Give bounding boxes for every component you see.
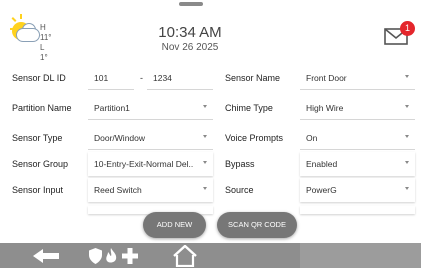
weather-widget[interactable]: H 11° L 1° — [10, 14, 52, 62]
chevron-down-icon — [203, 105, 207, 108]
temp-high: H 11° — [40, 23, 52, 42]
chevron-down-icon — [405, 105, 409, 108]
pull-down-handle[interactable] — [179, 2, 203, 6]
form-row-2: Partition Name Partition1 Chime Type Hig… — [0, 96, 421, 120]
medical-cross-icon[interactable] — [122, 248, 138, 264]
sensor-name-label: Sensor Name — [225, 73, 281, 83]
form-row-1: Sensor DL ID 101 - 1234 Sensor Name Fron… — [0, 66, 421, 90]
current-time: 10:34 AM — [158, 24, 222, 41]
form-row-3: Sensor Type Door/Window Voice Prompts On — [0, 126, 421, 150]
back-arrow-icon[interactable] — [33, 249, 59, 263]
source-label: Source — [225, 185, 254, 195]
chevron-down-icon — [203, 187, 207, 190]
add-new-button[interactable]: ADD NEW — [143, 212, 206, 238]
scan-qr-code-button[interactable]: SCAN QR CODE — [217, 212, 297, 238]
home-icon[interactable] — [172, 245, 198, 267]
dl-id-separator: - — [140, 73, 143, 83]
header: H 11° L 1° 10:34 AM Nov 26 2025 1 — [0, 0, 421, 62]
chevron-down-icon — [405, 187, 409, 190]
form-row-4: Sensor Group 10-Entry-Exit-Normal Del.. … — [0, 152, 421, 176]
sensor-input-dropdown[interactable]: Reed Switch — [88, 178, 213, 202]
partition-name-label: Partition Name — [12, 103, 72, 113]
source-dropdown[interactable]: PowerG — [300, 178, 415, 202]
sensor-dl-id-field-2[interactable]: 1234 — [147, 66, 213, 90]
voice-prompts-label: Voice Prompts — [225, 133, 284, 143]
current-date: Nov 26 2025 — [161, 42, 219, 53]
bottom-navigation-bar — [0, 243, 421, 268]
sensor-group-label: Sensor Group — [12, 159, 69, 169]
shield-icon[interactable] — [89, 248, 102, 264]
bypass-label: Bypass — [225, 159, 255, 169]
chevron-down-icon — [405, 135, 409, 138]
chime-type-label: Chime Type — [225, 103, 273, 113]
bypass-dropdown[interactable]: Enabled — [300, 152, 415, 176]
chevron-down-icon — [405, 161, 409, 164]
chime-type-dropdown[interactable]: High Wire — [300, 96, 415, 120]
chevron-down-icon — [203, 161, 207, 164]
voice-prompts-dropdown[interactable]: On — [300, 126, 415, 150]
sensor-dl-id-field-1[interactable]: 101 — [88, 66, 134, 90]
clock: 10:34 AM Nov 26 2025 — [140, 24, 240, 53]
form-row-5: Sensor Input Reed Switch Source PowerG — [0, 178, 421, 202]
sensor-input-label: Sensor Input — [12, 185, 64, 195]
sensor-dl-id-label: Sensor DL ID — [12, 73, 66, 83]
chevron-down-icon — [203, 135, 207, 138]
fire-icon[interactable] — [105, 248, 118, 264]
sensor-type-label: Sensor Type — [12, 133, 63, 143]
sensor-name-dropdown[interactable]: Front Door — [300, 66, 415, 90]
partition-name-dropdown[interactable]: Partition1 — [88, 96, 213, 120]
temperature-range: H 11° L 1° — [40, 23, 52, 63]
message-count-badge: 1 — [400, 21, 415, 36]
chevron-down-icon — [405, 75, 409, 78]
temp-low: L 1° — [40, 43, 48, 62]
sensor-type-dropdown[interactable]: Door/Window — [88, 126, 213, 150]
sensor-group-dropdown[interactable]: 10-Entry-Exit-Normal Del.. — [88, 152, 213, 176]
next-row-field-right — [300, 206, 415, 214]
